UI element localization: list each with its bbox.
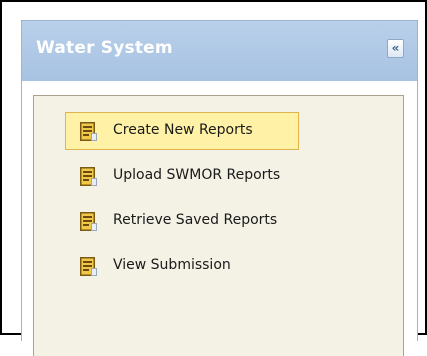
collapse-button[interactable]: « — [387, 39, 404, 58]
menu-item-upload-swmor-reports[interactable]: Upload SWMOR Reports — [65, 157, 299, 195]
menu-item-retrieve-saved-reports[interactable]: Retrieve Saved Reports — [65, 202, 299, 240]
water-system-panel: Water System « Create New Reports Upload… — [21, 20, 418, 356]
report-icon — [80, 257, 97, 276]
report-icon — [80, 212, 97, 231]
panel-title: Water System — [36, 38, 173, 58]
menu-item-label: Retrieve Saved Reports — [113, 212, 278, 228]
menu-item-label: Upload SWMOR Reports — [113, 167, 281, 183]
menu-item-create-new-reports[interactable]: Create New Reports — [65, 112, 299, 150]
menu-box: Create New Reports Upload SWMOR Reports — [33, 95, 404, 356]
menu-item-view-submission[interactable]: View Submission — [65, 247, 299, 285]
panel-header: Water System « — [22, 21, 417, 81]
menu-item-label: Create New Reports — [113, 122, 253, 138]
report-icon — [80, 122, 97, 141]
double-chevron-left-icon: « — [391, 41, 400, 55]
window-frame: Water System « Create New Reports Upload… — [0, 0, 427, 356]
menu-item-label: View Submission — [113, 257, 231, 273]
report-icon — [80, 167, 97, 186]
